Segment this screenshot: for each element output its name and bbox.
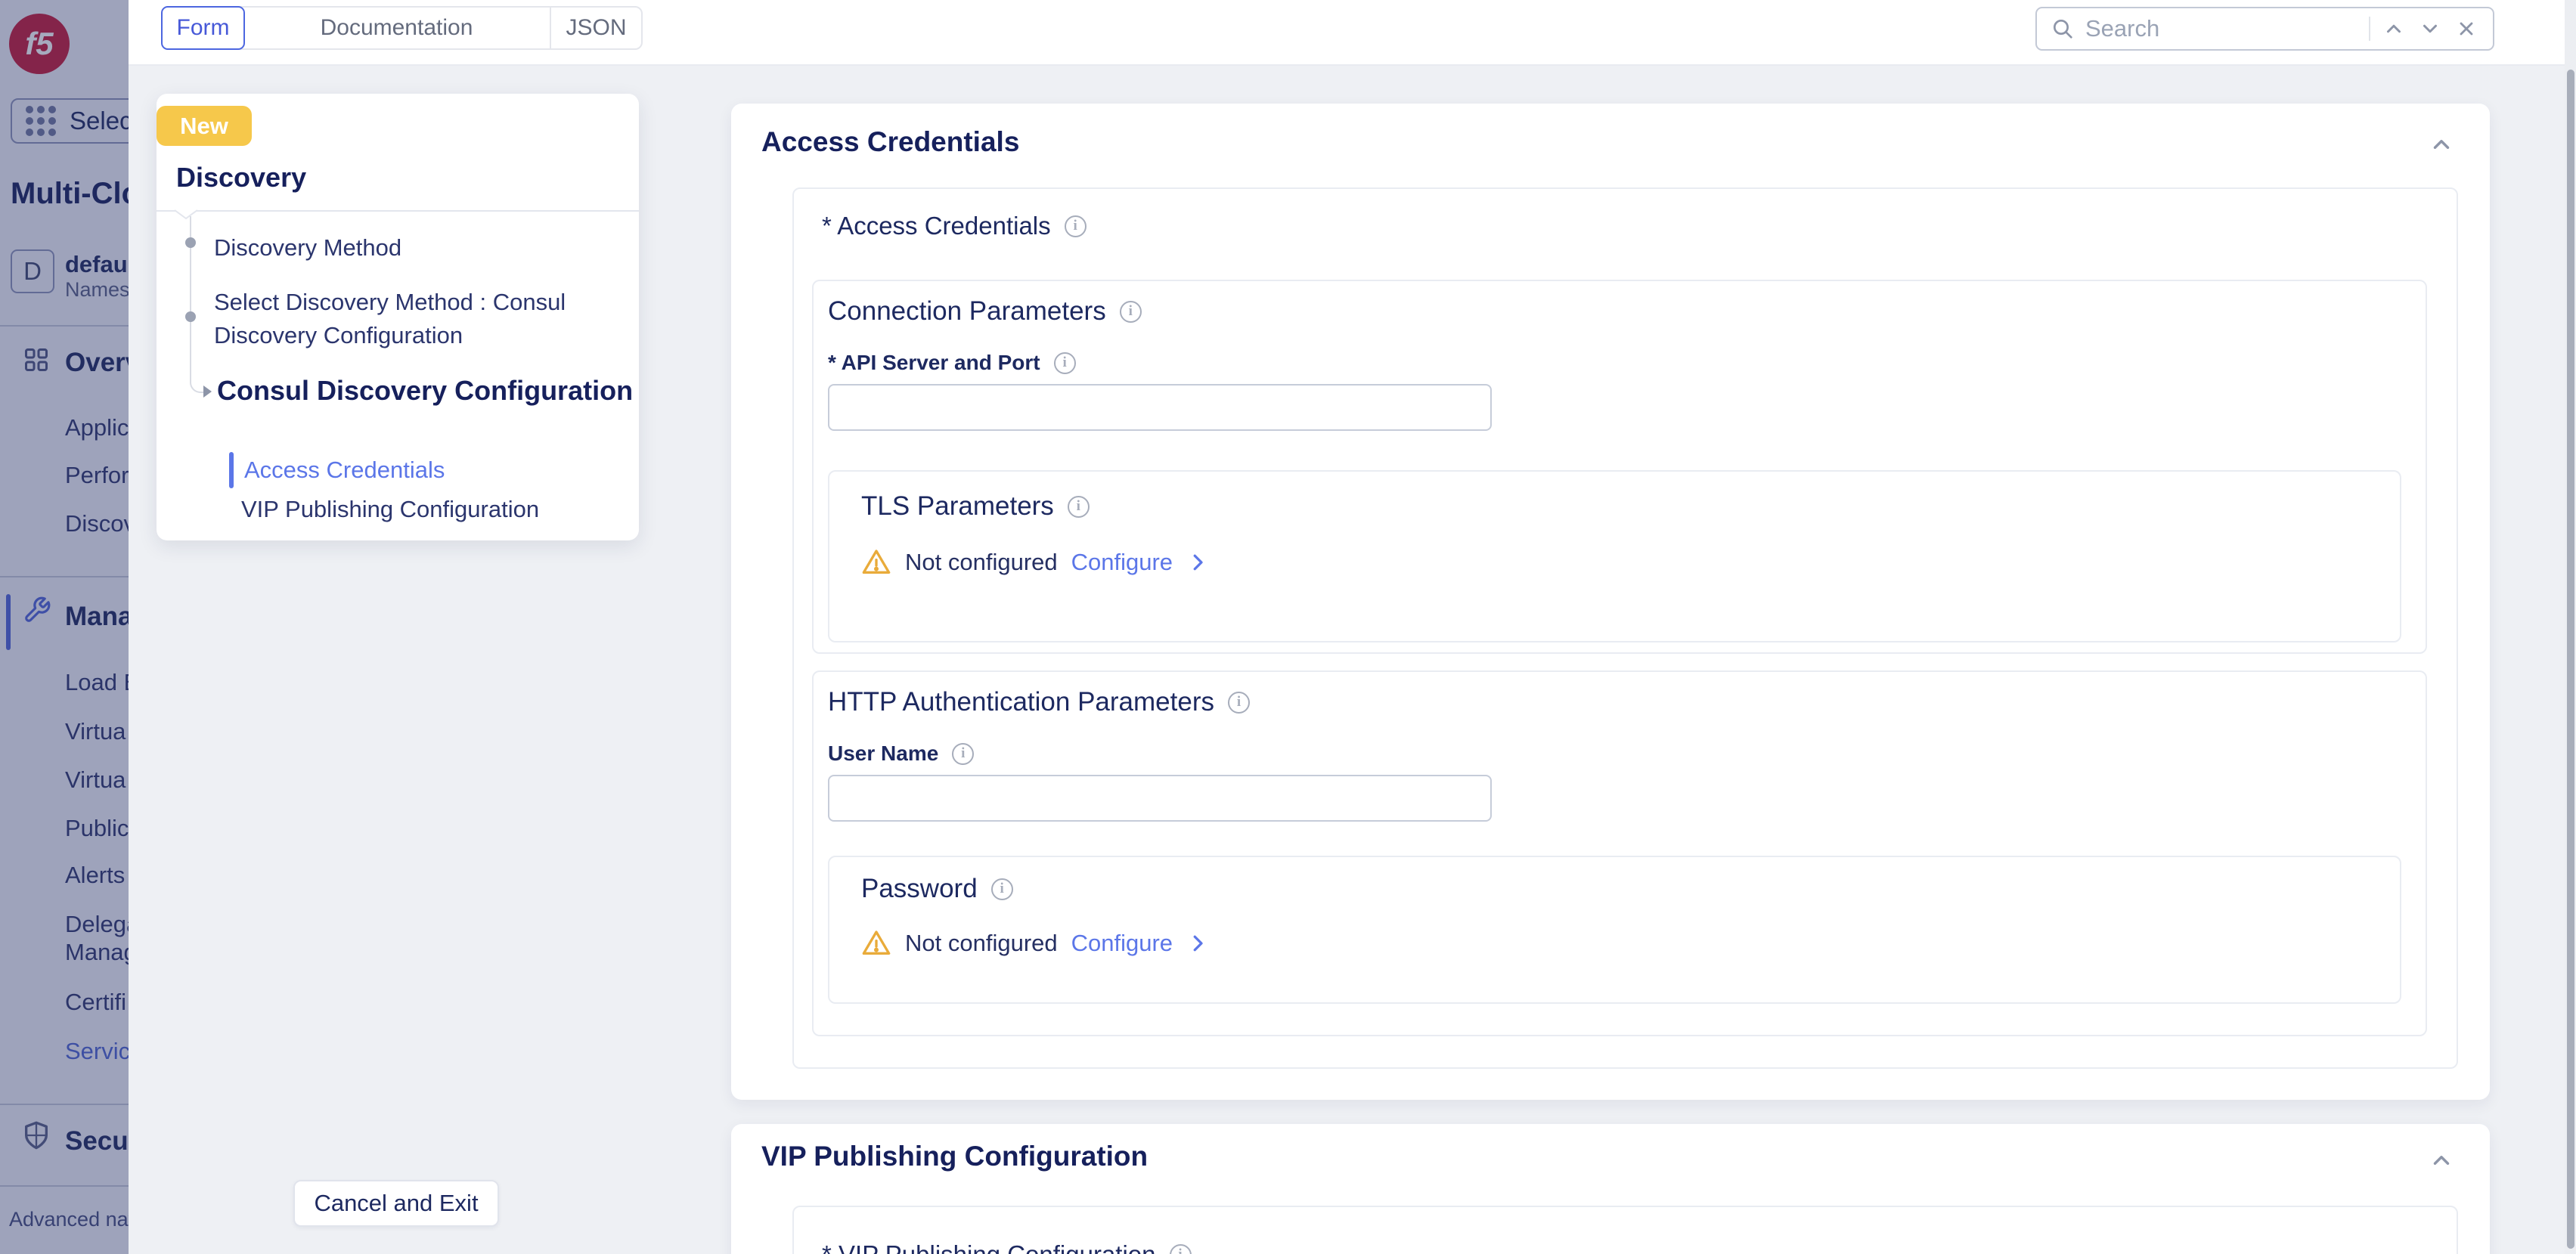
info-icon[interactable]: i: [991, 878, 1013, 900]
chevron-down-icon: [2419, 17, 2441, 40]
stepper-rail-elbow: [190, 372, 203, 393]
username-input[interactable]: [828, 775, 1492, 822]
collapse-card-button[interactable]: [2426, 1145, 2457, 1175]
wizard-stepper-panel: New Discovery Discovery Method Select Di…: [157, 94, 639, 540]
search-prev-button[interactable]: [2381, 16, 2407, 42]
new-badge: New: [157, 106, 252, 146]
wizard-topbar: Form Documentation JSON Search: [129, 0, 2576, 66]
substep-vip-publishing-configuration[interactable]: VIP Publishing Configuration: [241, 496, 539, 523]
chevron-right-icon[interactable]: [1186, 551, 1209, 574]
chevron-up-icon: [2429, 1147, 2454, 1173]
vip-publishing-section: * VIP Publishing Configuration i: [792, 1206, 2458, 1254]
info-icon[interactable]: i: [1120, 301, 1142, 323]
section-label: * VIP Publishing Configuration: [822, 1240, 1156, 1254]
search-clear-button[interactable]: [2454, 16, 2479, 42]
collapse-card-button[interactable]: [2426, 129, 2457, 159]
section-label-row: * VIP Publishing Configuration i: [822, 1240, 1192, 1254]
step-consul-discovery-configuration[interactable]: Consul Discovery Configuration: [217, 375, 633, 407]
search-next-button[interactable]: [2417, 16, 2443, 42]
http-auth-title: HTTP Authentication Parameters: [828, 687, 1214, 717]
section-label-row: * Access Credentials i: [822, 212, 1087, 240]
wizard-divider: [157, 210, 639, 212]
step-select-discovery-method[interactable]: Select Discovery Method : Consul Discove…: [214, 286, 637, 352]
username-label: User Name: [828, 742, 938, 766]
http-auth-parameters-box: HTTP Authentication Parameters i User Na…: [812, 670, 2427, 1036]
vip-publishing-card: VIP Publishing Configuration * VIP Publi…: [731, 1124, 2490, 1254]
chevron-up-icon: [2429, 132, 2454, 157]
app-sidebar: f5 Select Multi-Clo D defaul Names Overv…: [0, 0, 129, 1254]
tab-documentation[interactable]: Documentation: [243, 8, 550, 48]
search-box[interactable]: Search: [2035, 7, 2494, 51]
access-credentials-section: * Access Credentials i Connection Parame…: [792, 187, 2458, 1069]
info-icon[interactable]: i: [1065, 215, 1087, 237]
info-icon[interactable]: i: [952, 743, 974, 765]
wizard-title: Discovery: [176, 162, 306, 194]
tls-parameters-title: TLS Parameters: [861, 491, 1054, 522]
page-scrollbar[interactable]: [2565, 0, 2576, 1254]
box-heading-row: HTTP Authentication Parameters i: [828, 687, 1250, 717]
close-icon: [2456, 18, 2477, 39]
modal-dim-overlay: [0, 0, 129, 1254]
warning-icon: [861, 928, 891, 958]
box-heading-row: Connection Parameters i: [828, 296, 1142, 327]
warning-icon: [861, 547, 891, 577]
password-box: Password i Not configured Configure: [828, 856, 2401, 1004]
password-status-text: Not configured: [905, 930, 1058, 957]
connection-parameters-box: Connection Parameters i * API Server and…: [812, 280, 2427, 654]
tab-json[interactable]: JSON: [550, 8, 641, 48]
access-credentials-card: Access Credentials * Access Credentials …: [731, 104, 2490, 1100]
password-title: Password: [861, 874, 978, 904]
card-title: VIP Publishing Configuration: [761, 1141, 1148, 1172]
password-status-row: Not configured Configure: [861, 928, 1209, 958]
password-heading-row: Password i: [861, 874, 1013, 904]
divider-notch-icon: [175, 209, 197, 220]
search-icon: [2051, 17, 2075, 41]
tls-heading-row: TLS Parameters i: [861, 491, 1090, 522]
step-dot: [185, 311, 196, 322]
substep-access-credentials[interactable]: Access Credentials: [244, 457, 445, 484]
active-substep-indicator: [229, 452, 234, 488]
info-icon[interactable]: i: [1068, 496, 1090, 518]
api-server-input[interactable]: [828, 384, 1492, 431]
tls-parameters-box: TLS Parameters i Not configured Configur…: [828, 470, 2401, 642]
api-server-label: * API Server and Port: [828, 351, 1040, 375]
tls-configure-link[interactable]: Configure: [1071, 549, 1173, 576]
search-separator: [2369, 17, 2370, 41]
info-icon[interactable]: i: [1228, 692, 1250, 714]
chevron-up-icon: [2382, 17, 2405, 40]
step-discovery-method[interactable]: Discovery Method: [214, 231, 401, 265]
search-input[interactable]: Search: [2085, 15, 2358, 42]
cancel-label: Cancel and Exit: [314, 1190, 478, 1217]
chevron-right-icon[interactable]: [1186, 932, 1209, 955]
scrollbar-thumb[interactable]: [2567, 70, 2574, 1249]
tab-form[interactable]: Form: [161, 6, 245, 50]
card-title: Access Credentials: [761, 126, 1019, 158]
app-root: f5 Select Multi-Clo D defaul Names Overv…: [0, 0, 2576, 1254]
stepper-arrow-icon: [203, 385, 212, 398]
password-configure-link[interactable]: Configure: [1071, 930, 1173, 957]
connection-parameters-title: Connection Parameters: [828, 296, 1106, 327]
view-tabs: Form Documentation JSON: [161, 6, 643, 50]
cancel-and-exit-button[interactable]: Cancel and Exit: [293, 1180, 499, 1227]
info-icon[interactable]: i: [1054, 352, 1076, 374]
section-label: * Access Credentials: [822, 212, 1051, 240]
api-server-label-row: * API Server and Port i: [828, 351, 1076, 375]
info-icon[interactable]: i: [1170, 1244, 1192, 1254]
username-label-row: User Name i: [828, 742, 974, 766]
tls-status-text: Not configured: [905, 549, 1058, 576]
step-dot: [185, 237, 196, 248]
tls-status-row: Not configured Configure: [861, 547, 1209, 577]
